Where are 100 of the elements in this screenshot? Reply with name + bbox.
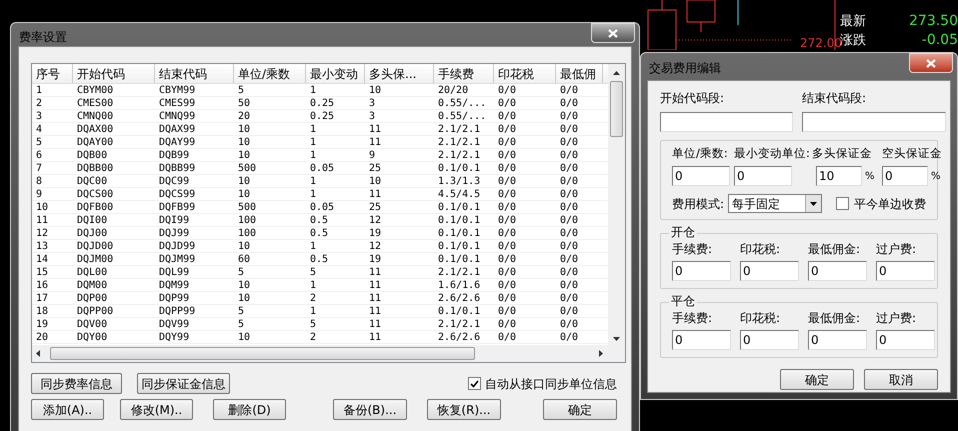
input-field[interactable] [802,112,946,132]
column-header[interactable]: 单位/乘数 [234,64,306,83]
table-cell-text: 0/0 [559,162,580,174]
table-cell-text: 10 [368,175,382,187]
field-label: 过户费: [876,310,918,328]
column-header[interactable]: 序号 [32,64,73,83]
table-cell-text: 1.6/1.6 [437,279,482,291]
table-cell-text: DQPP99 [158,305,196,317]
table-cell-text: 1.3/1.3 [437,175,482,187]
table-cell-text: 0.55/... [437,110,488,122]
checkbox[interactable] [836,197,849,210]
dialog-button[interactable]: 同步保证金信息 [137,373,230,394]
field-label: 最低佣金: [808,241,862,258]
column-header[interactable]: 结束代码 [155,64,234,83]
table-cell-text: 0/0 [559,201,580,213]
table-cell-text: 1 [309,188,318,200]
table-cell-text: 0/0 [497,318,518,330]
dialog-button[interactable]: 删除(D) [213,399,286,420]
input-field[interactable]: 10 [816,166,862,186]
table-cell-text: 11 [368,305,382,317]
input-field[interactable]: 0 [876,330,935,350]
table-cell-text: 0/0 [497,136,518,148]
table-cell-text: 16 [35,279,50,291]
close-button[interactable] [909,53,953,73]
table-cell-text: 10 [237,331,252,343]
table-cell-text: DQAY00 [76,136,114,148]
table-cell-text: 0.5 [309,214,330,226]
column-header[interactable]: 多头保... [365,64,434,83]
table-cell-text: 0/0 [497,175,518,187]
table-cell-text: 0/0 [559,253,580,265]
field-label: 费用模式: [672,196,724,213]
table-cell-text: 2.1/2.1 [437,123,482,135]
table-cell-text: 1 [309,136,318,148]
dialog-button[interactable]: 恢复(R)... [427,399,501,420]
table-cell-text: CMNQ00 [76,110,114,122]
input-field[interactable]: 0 [672,261,731,282]
table-cell-text: 60 [237,253,252,265]
table-cell-text: 0/0 [559,240,580,252]
table-cell-text: DQM99 [158,279,190,291]
table-cell-text: 4 [35,123,44,135]
dropdown-arrow-icon [810,202,817,206]
column-header[interactable]: 印花税 [494,64,556,83]
input-field[interactable]: 0 [808,330,867,350]
table-cell-text: 0/0 [559,149,580,161]
dialog-button[interactable]: 添加(A).. [31,399,104,420]
table-cell-text: 5 [309,266,318,278]
field-label: 空头保证金 [882,145,942,162]
dialog-button[interactable]: 同步费率信息 [31,373,122,394]
input-field[interactable]: 0 [734,166,792,186]
table-cell-text: 500 [237,201,258,213]
scroll-thumb[interactable] [610,81,623,137]
dialog-button[interactable]: 确定 [780,369,854,390]
column-header[interactable]: 开始代码 [73,64,155,83]
input-field[interactable]: 0 [672,166,730,186]
input-field[interactable]: 0 [740,261,799,282]
table-cell-text: DQBB00 [76,162,114,174]
dialog-button[interactable]: 取消 [864,369,938,390]
table-cell-text: CMNQ99 [158,110,196,122]
scroll-thumb[interactable] [50,347,475,360]
input-field[interactable]: 0 [876,261,935,282]
table-cell-text: 5 [237,266,246,278]
field-label: 最小变动单位: [734,145,811,162]
table-cell-text: 0/0 [559,214,580,226]
table-cell-text: 0.1/0.1 [437,240,482,252]
table-cell-text: 10 [237,240,252,252]
table-cell-text: 5 [237,318,246,330]
table-cell-text: 2 [309,331,318,343]
table-cell-text: 10 [368,84,382,96]
column-header[interactable]: 手续费 [434,64,494,83]
table-cell-text: DQM00 [76,279,108,291]
horizontal-scrollbar[interactable] [32,345,625,362]
input-field[interactable]: 0 [740,330,799,350]
table-cell-text: 11 [368,188,382,200]
up-arrow-icon [613,71,620,75]
input-field[interactable] [660,112,793,132]
input-field[interactable]: 0 [672,330,731,350]
table-cell-text: 13 [35,240,50,252]
table-cell-text: CMES99 [158,97,196,109]
dialog-button[interactable]: 确定 [543,399,617,420]
dialog-button[interactable]: 备份(B)... [333,399,407,420]
field-label: 手续费: [672,241,714,258]
column-header[interactable]: 最小变动 [306,64,365,83]
table-cell-text: 11 [35,214,50,226]
column-header[interactable]: 最低佣 [556,64,603,83]
input-field[interactable]: 0 [808,261,867,282]
vertical-scrollbar[interactable] [608,64,625,345]
table-cell-text: 0/0 [497,214,518,226]
field-label: 过户费: [876,241,918,258]
table-cell-text: 2.1/2.1 [437,318,482,330]
quote-label: 最新 [840,12,866,31]
table-cell-text: 0/0 [559,318,580,330]
dialog-button[interactable]: 修改(M).. [120,399,193,420]
table-cell-text: 100 [237,214,258,226]
field-label: 印花税: [740,241,782,258]
dropdown[interactable]: 每手固定 [728,194,822,214]
input-field[interactable]: 0 [882,166,928,186]
close-button[interactable] [591,23,635,43]
checkbox[interactable] [468,377,481,390]
quote-value: -0.05 [922,31,958,50]
table-cell-text: 0/0 [497,123,518,135]
